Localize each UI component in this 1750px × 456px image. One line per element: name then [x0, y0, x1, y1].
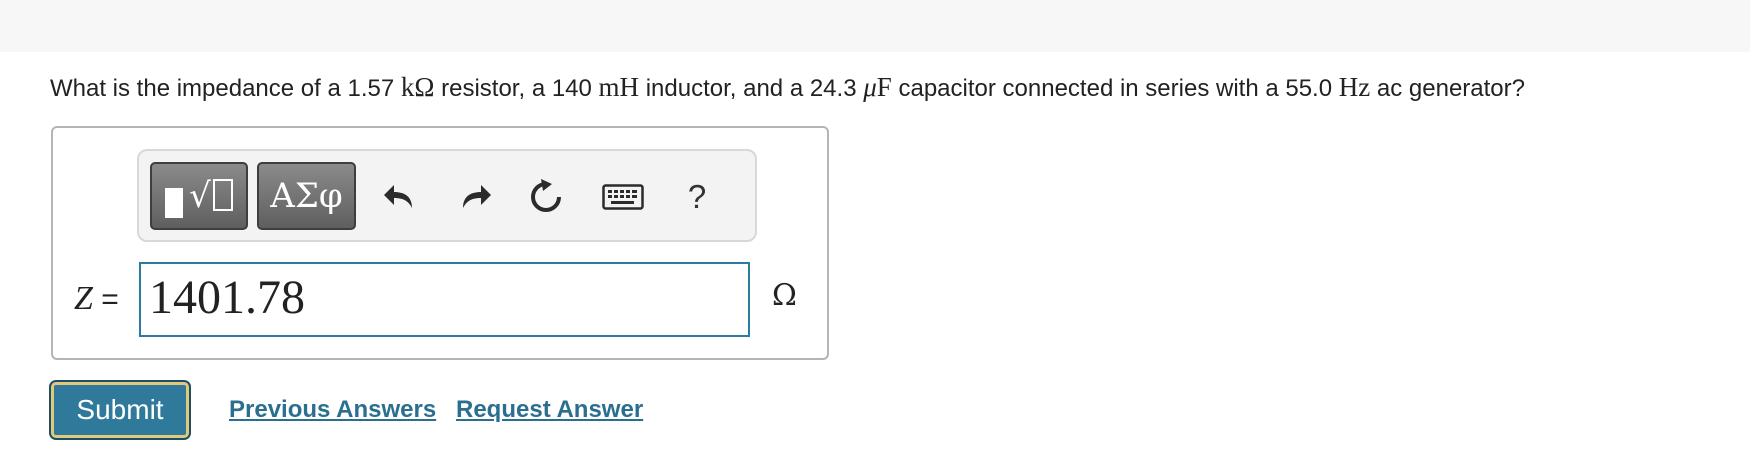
templates-button[interactable]: √ [150, 162, 248, 230]
request-answer-link[interactable]: Request Answer [456, 396, 643, 424]
previous-answers-link[interactable]: Previous Answers [229, 396, 436, 424]
reset-icon[interactable] [525, 176, 567, 218]
undo-icon[interactable] [378, 176, 420, 218]
submit-button[interactable]: Submit [51, 382, 189, 438]
answer-input[interactable]: 1401.78 [139, 262, 750, 337]
redo-icon[interactable] [455, 176, 497, 218]
template-radical-icon: √ [189, 176, 233, 216]
help-button[interactable]: ? [676, 176, 718, 218]
unit-microfarad: μF [863, 72, 892, 102]
variable-label: Z = [74, 280, 119, 317]
unit-label: Ω [772, 278, 797, 313]
question-text: What is the impedance of a 1.57 kΩ resis… [50, 72, 1525, 102]
template-block-icon [165, 188, 184, 218]
unit-millihenry: mH [598, 72, 640, 102]
unit-hertz: Hz [1338, 72, 1371, 102]
symbols-button[interactable]: ΑΣφ [257, 162, 356, 230]
keyboard-icon[interactable] [599, 176, 647, 218]
unit-kiloohm: kΩ [400, 72, 435, 102]
header-band [0, 0, 1750, 52]
